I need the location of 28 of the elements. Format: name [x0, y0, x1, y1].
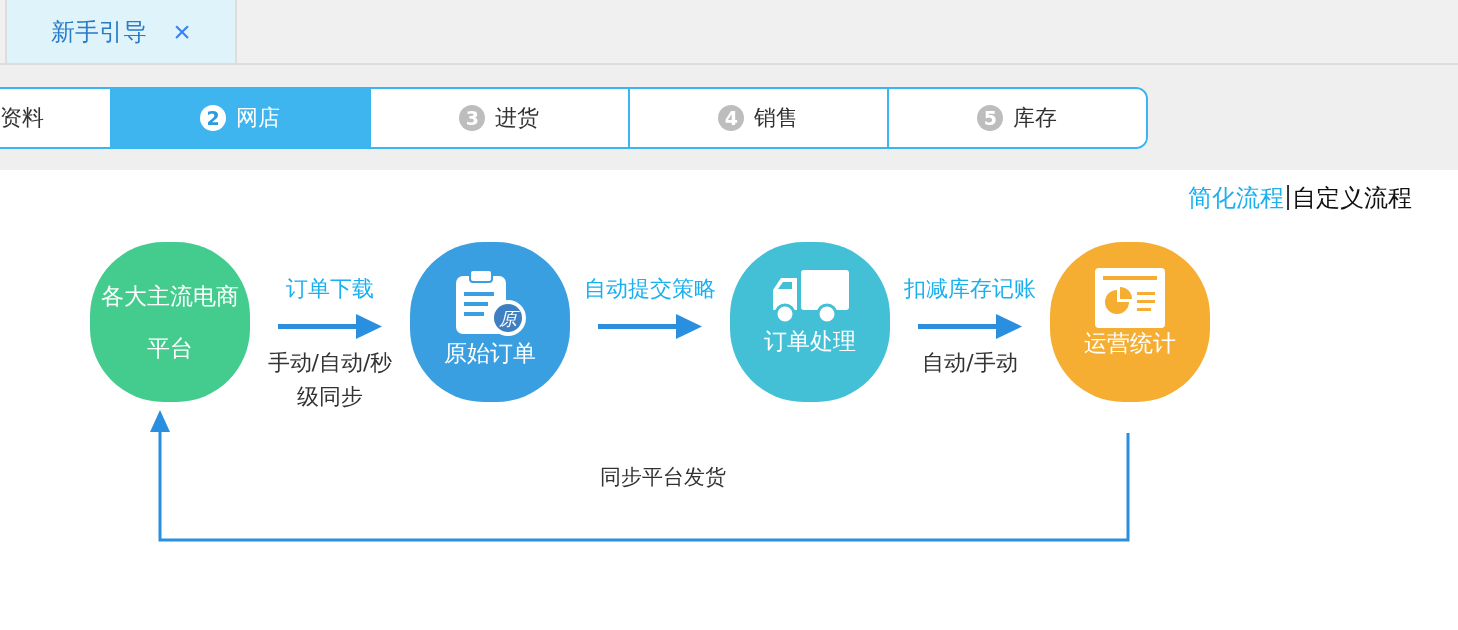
- connector-label: 扣减库存记账: [904, 275, 1036, 303]
- step-number: 4: [718, 105, 745, 131]
- node-label: 订单处理: [763, 327, 857, 356]
- connector-note: 自动/手动: [921, 349, 1019, 377]
- right-arrow-icon: [278, 314, 382, 340]
- step-label: 资料: [0, 104, 44, 132]
- step-number: 5: [977, 105, 1004, 131]
- step-label: 销售: [754, 104, 799, 132]
- step-number: 3: [459, 105, 486, 131]
- node-label: 原始订单: [443, 339, 537, 368]
- step-label: 库存: [1013, 104, 1058, 132]
- node-label: 各大主流电商平台: [100, 282, 240, 363]
- return-label: 同步平台发货: [600, 464, 726, 491]
- mode-link[interactable]: 自定义流程: [1292, 182, 1412, 214]
- step-label: 进货: [495, 104, 540, 132]
- report-chart-icon: [1095, 268, 1165, 328]
- step-label: 网店: [236, 104, 281, 132]
- page-tab[interactable]: 新手引导 ×: [5, 0, 237, 63]
- connector-label: 自动提交策略: [584, 275, 716, 303]
- separator-text: |: [1283, 182, 1292, 212]
- step-tab[interactable]: 5 库存: [886, 89, 1146, 147]
- step-number: 2: [200, 105, 227, 131]
- connector-note: 手动/自动/秒级同步: [266, 349, 394, 411]
- node-label: 运营统计: [1083, 329, 1177, 358]
- connector-label: 订单下载: [286, 275, 374, 303]
- right-arrow-icon: [918, 314, 1022, 340]
- tab-label: 新手引导: [51, 16, 148, 48]
- right-arrow-icon: [598, 314, 702, 340]
